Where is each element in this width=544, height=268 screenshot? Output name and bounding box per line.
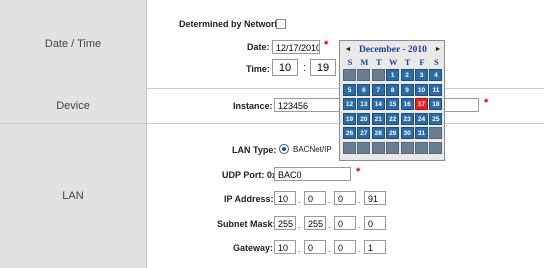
date-label: Date:: [247, 42, 270, 52]
gw-octet-4[interactable]: 1: [364, 240, 386, 254]
calendar-month-title: December - 2010: [359, 45, 427, 55]
determined-by-network-label: Determined by Network:: [179, 19, 283, 29]
calendar-day[interactable]: 10: [415, 83, 428, 96]
calendar-empty-cell: [415, 142, 428, 154]
calendar-day[interactable]: 31: [415, 127, 428, 140]
date-required-star: *: [324, 39, 329, 51]
calendar-empty-cell: [429, 127, 443, 140]
calendar-weekday: F: [419, 57, 425, 67]
calendar-day[interactable]: 13: [357, 98, 371, 111]
calendar-day[interactable]: 29: [386, 127, 400, 140]
calendar-day[interactable]: 14: [371, 98, 385, 111]
calendar-day[interactable]: 22: [386, 112, 400, 125]
calendar-empty-cell: [343, 69, 356, 81]
calendar-day[interactable]: 5: [343, 83, 356, 96]
calendar-day[interactable]: 7: [371, 83, 385, 96]
calendar-weekday: S: [434, 57, 439, 67]
lan-row: LAN LAN Type: BACNet/IP UDP Port: 0x BAC…: [0, 124, 544, 268]
calendar-day[interactable]: 20: [357, 112, 371, 125]
calendar-weekday: W: [388, 57, 398, 67]
calendar-day[interactable]: 15: [386, 98, 400, 111]
gw-octet-3[interactable]: 0: [334, 240, 356, 254]
gw-dot-3: .: [358, 244, 361, 254]
instance-required-star: *: [484, 97, 489, 109]
time-separator: :: [303, 62, 307, 74]
lan-type-radio[interactable]: [279, 144, 289, 154]
calendar-empty-cell: [343, 142, 356, 154]
calendar-next-month-icon[interactable]: ►: [432, 43, 444, 57]
time-label: Time:: [246, 64, 270, 74]
calendar-day[interactable]: 3: [415, 69, 428, 81]
date-input[interactable]: 12/17/2010: [272, 40, 320, 54]
calendar-day[interactable]: 17: [415, 98, 428, 111]
gw-octet-2[interactable]: 0: [304, 240, 326, 254]
ip-octet-1[interactable]: 10: [274, 191, 296, 205]
calendar-day[interactable]: 21: [371, 112, 385, 125]
calendar-day[interactable]: 18: [429, 98, 443, 111]
calendar-day[interactable]: 16: [400, 98, 414, 111]
mask-octet-1[interactable]: 255: [274, 216, 296, 230]
calendar-day[interactable]: 23: [400, 112, 414, 125]
mask-dot-3: .: [358, 220, 361, 230]
mask-octet-4[interactable]: 0: [364, 216, 386, 230]
ip-dot-1: .: [298, 195, 301, 205]
determined-by-network-checkbox[interactable]: [276, 19, 286, 29]
udp-required-star: *: [356, 166, 361, 178]
mask-dot-2: .: [328, 220, 331, 230]
ip-octet-2[interactable]: 0: [304, 191, 326, 205]
calendar-day[interactable]: 1: [386, 69, 400, 81]
time-minute-input[interactable]: 19: [310, 59, 336, 76]
mask-octet-3[interactable]: 0: [334, 216, 356, 230]
ip-octet-4[interactable]: 91: [364, 191, 386, 205]
udp-port-label: UDP Port: 0x: [222, 170, 277, 180]
calendar-empty-cell: [357, 69, 371, 81]
calendar-weekday: S: [347, 57, 353, 67]
calendar-day[interactable]: 26: [343, 127, 356, 140]
calendar-weekday: M: [360, 57, 369, 67]
calendar-weekday: T: [404, 57, 411, 67]
calendar-day[interactable]: 9: [400, 83, 414, 96]
date-picker-calendar: ◄ December - 2010 ► SMTWTFS 1 2 3 4 5 6 7 8 9 10 1…: [339, 40, 445, 161]
datetime-row: Date / Time Determined by Network: Date:…: [0, 0, 544, 89]
gw-octet-1[interactable]: 10: [274, 240, 296, 254]
calendar-day[interactable]: 24: [415, 112, 428, 125]
datetime-section-label: Date / Time: [0, 0, 147, 88]
calendar-day[interactable]: 30: [400, 127, 414, 140]
calendar-empty-cell: [371, 69, 385, 81]
lan-section-label: LAN: [0, 124, 147, 268]
calendar-day[interactable]: 25: [429, 112, 443, 125]
device-section-label: Device: [0, 88, 147, 123]
mask-dot-1: .: [298, 220, 301, 230]
ip-dot-2: .: [328, 195, 331, 205]
ip-octet-3[interactable]: 0: [334, 191, 356, 205]
time-hour-input[interactable]: 10: [272, 59, 298, 76]
instance-label: Instance:: [233, 101, 273, 111]
ip-dot-3: .: [358, 195, 361, 205]
calendar-weekday: T: [375, 57, 382, 67]
calendar-empty-cell: [386, 142, 400, 154]
ip-address-label: IP Address:: [224, 194, 274, 204]
calendar-day[interactable]: 8: [386, 83, 400, 96]
calendar-empty-cell: [371, 142, 385, 154]
calendar-day[interactable]: 11: [429, 83, 443, 96]
gateway-label: Gateway:: [233, 243, 274, 253]
lan-type-value: BACNet/IP: [293, 145, 332, 154]
calendar-day[interactable]: 12: [343, 98, 356, 111]
device-row: Device Instance: 123456 *: [0, 88, 544, 124]
udp-port-input[interactable]: BAC0: [274, 167, 351, 181]
subnet-mask-label: Subnet Mask:: [217, 219, 276, 229]
calendar-empty-cell: [357, 142, 371, 154]
calendar-empty-cell: [429, 142, 443, 154]
gw-dot-1: .: [298, 244, 301, 254]
calendar-day[interactable]: 6: [357, 83, 371, 96]
calendar-day[interactable]: 2: [400, 69, 414, 81]
calendar-empty-cell: [400, 142, 414, 154]
gw-dot-2: .: [328, 244, 331, 254]
calendar-day[interactable]: 19: [343, 112, 356, 125]
calendar-day[interactable]: 4: [429, 69, 443, 81]
mask-octet-2[interactable]: 255: [304, 216, 326, 230]
calendar-day[interactable]: 27: [357, 127, 371, 140]
lan-type-label: LAN Type:: [232, 145, 277, 155]
calendar-day[interactable]: 28: [371, 127, 385, 140]
